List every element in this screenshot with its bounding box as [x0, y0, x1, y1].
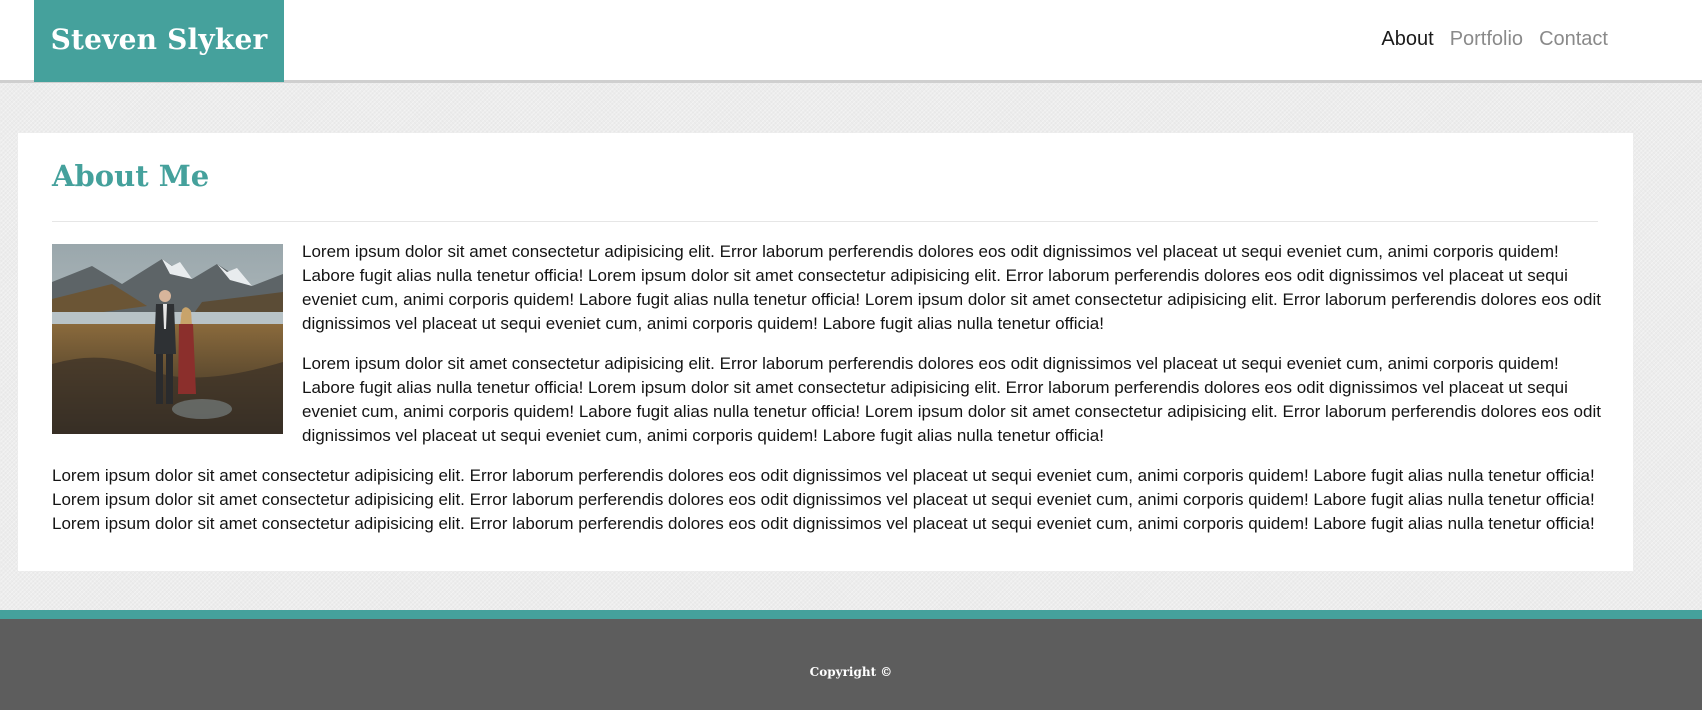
copyright-text: Copyright ©	[809, 665, 893, 679]
profile-photo	[52, 244, 283, 434]
main-nav: About Portfolio Contact	[1381, 28, 1608, 51]
about-card: About Me Lorem ipsum dolor sit amet cons…	[18, 133, 1633, 571]
nav-link-portfolio[interactable]: Portfolio	[1450, 28, 1523, 51]
site-logo[interactable]: Steven Slyker	[34, 0, 284, 82]
site-header: Steven Slyker About Portfolio Contact	[0, 0, 1702, 83]
about-paragraph: Lorem ipsum dolor sit amet consectetur a…	[302, 242, 1601, 333]
page-title: About Me	[52, 159, 210, 193]
site-footer: Copyright ©	[0, 610, 1702, 710]
title-divider	[52, 221, 1598, 222]
about-paragraph: Lorem ipsum dolor sit amet consectetur a…	[302, 354, 1601, 445]
nav-link-contact[interactable]: Contact	[1539, 28, 1608, 51]
logo-text[interactable]: Steven Slyker	[51, 23, 268, 56]
nav-link-about[interactable]: About	[1381, 28, 1433, 51]
about-paragraph: Lorem ipsum dolor sit amet consectetur a…	[52, 466, 1595, 533]
